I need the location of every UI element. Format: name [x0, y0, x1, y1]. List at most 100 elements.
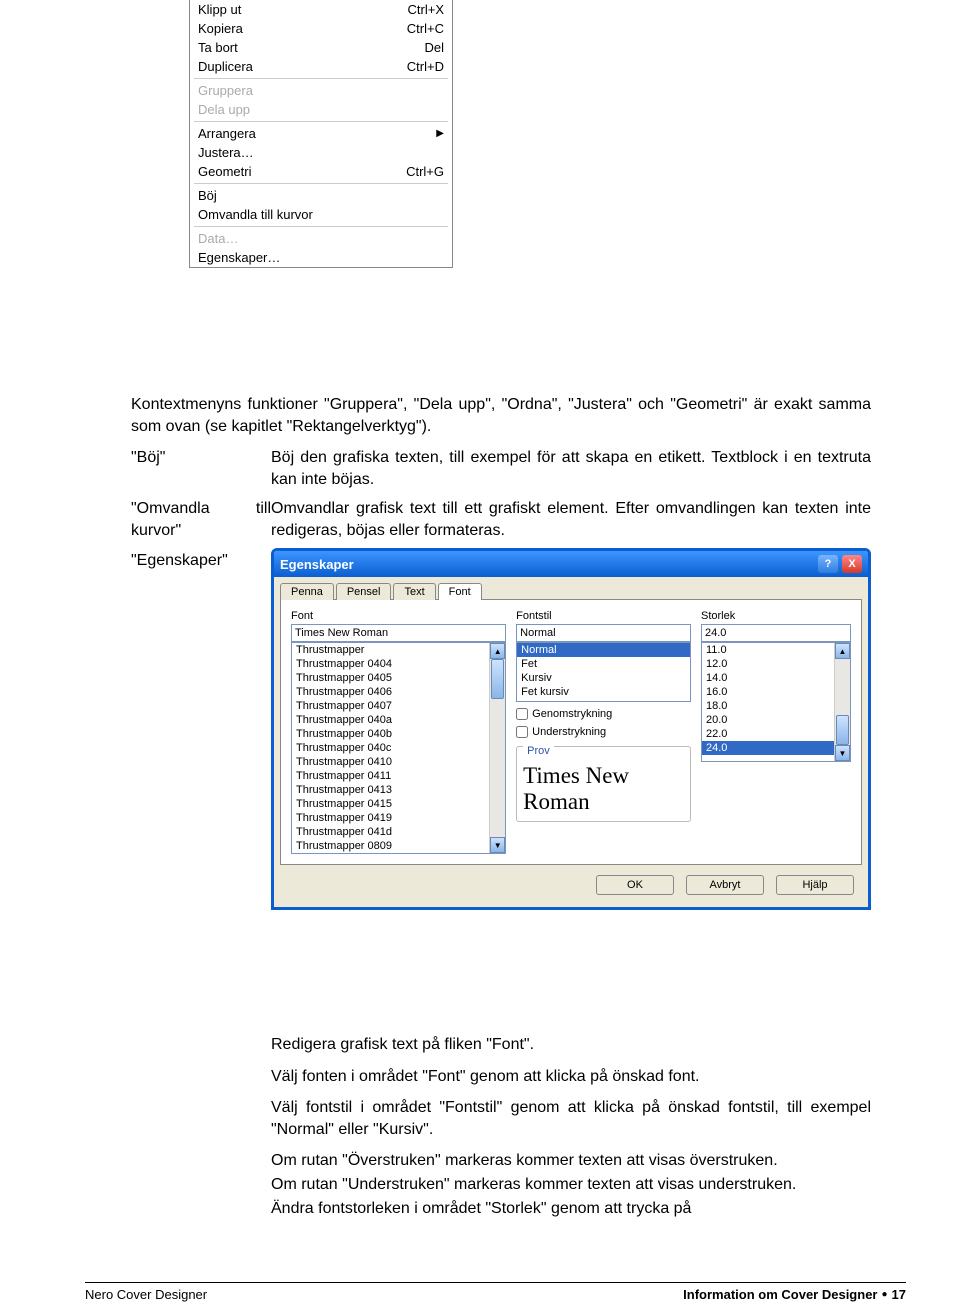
help-button[interactable]: Hjälp [776, 875, 854, 895]
list-item[interactable]: 11.0 [702, 643, 850, 657]
lower-paragraph: Välj fonten i området "Font" genom att k… [271, 1066, 871, 1088]
font-column: Font ThrustmapperThrustmapper 0404Thrust… [291, 610, 506, 854]
size-listbox[interactable]: 11.012.014.016.018.020.022.024.0 ▲ ▼ [701, 642, 851, 762]
scroll-up-icon[interactable]: ▲ [835, 643, 850, 659]
list-item[interactable]: Thrustmapper 0407 [292, 699, 505, 713]
definition-term: "Böj" [131, 447, 271, 490]
strikethrough-checkbox-row[interactable]: Genomstrykning [516, 708, 691, 720]
list-item[interactable]: Thrustmapper 041d [292, 825, 505, 839]
size-input[interactable] [701, 624, 851, 642]
list-item[interactable]: 16.0 [702, 685, 850, 699]
scroll-down-icon[interactable]: ▼ [490, 837, 505, 853]
lower-paragraph: Om rutan "Överstruken" markeras kommer t… [271, 1150, 871, 1172]
menu-item[interactable]: Omvandla till kurvor [190, 205, 452, 224]
list-item[interactable]: Fet kursiv [517, 685, 690, 699]
fontstyle-input[interactable] [516, 624, 691, 642]
lower-paragraph: Ändra fontstorleken i området "Storlek" … [271, 1198, 871, 1220]
menu-label: Data… [198, 231, 444, 246]
menu-separator [194, 226, 448, 227]
menu-label: Omvandla till kurvor [198, 207, 444, 222]
font-tab-panel: Font ThrustmapperThrustmapper 0404Thrust… [280, 599, 862, 865]
list-item[interactable]: Thrustmapper 0413 [292, 783, 505, 797]
menu-label: Klipp ut [198, 2, 408, 17]
list-item[interactable]: Thrustmapper 0405 [292, 671, 505, 685]
menu-label: Justera… [198, 145, 444, 160]
strikethrough-checkbox[interactable] [516, 708, 528, 720]
menu-item: Data… [190, 229, 452, 248]
list-item[interactable]: Thrustmapper [292, 643, 505, 657]
footer-left: Nero Cover Designer [85, 1287, 207, 1302]
list-item[interactable]: Thrustmapper 0419 [292, 811, 505, 825]
scrollbar[interactable]: ▲ ▼ [834, 643, 850, 761]
tab-text[interactable]: Text [393, 583, 435, 600]
list-item[interactable]: 12.0 [702, 657, 850, 671]
list-item[interactable]: 14.0 [702, 671, 850, 685]
menu-item[interactable]: Justera… [190, 143, 452, 162]
tab-penna[interactable]: Penna [280, 583, 334, 600]
scroll-thumb[interactable] [836, 715, 849, 745]
menu-item[interactable]: Egenskaper… [190, 248, 452, 267]
intro-paragraph: Kontextmenyns funktioner "Gruppera", "De… [131, 394, 871, 437]
list-item[interactable]: 24.0 [702, 741, 850, 755]
underline-label: Understrykning [532, 726, 606, 738]
dialog-title: Egenskaper [280, 557, 814, 572]
font-listbox[interactable]: ThrustmapperThrustmapper 0404Thrustmappe… [291, 642, 506, 854]
list-item[interactable]: 20.0 [702, 713, 850, 727]
tab-strip: PennaPenselTextFont [280, 583, 862, 600]
lower-text: Redigera grafisk text på fliken "Font". V… [271, 1034, 871, 1229]
font-input[interactable] [291, 624, 506, 642]
list-item[interactable]: Thrustmapper 0809 [292, 839, 505, 853]
menu-shortcut: Ctrl+D [407, 59, 444, 74]
menu-label: Dela upp [198, 102, 444, 117]
menu-shortcut: Del [424, 40, 444, 55]
scroll-down-icon[interactable]: ▼ [835, 745, 850, 761]
list-item[interactable]: Thrustmapper 040b [292, 727, 505, 741]
list-item[interactable]: Thrustmapper 040a [292, 713, 505, 727]
titlebar-close-button[interactable]: X [842, 555, 862, 573]
list-item[interactable]: 18.0 [702, 699, 850, 713]
menu-item[interactable]: Böj [190, 186, 452, 205]
tab-font[interactable]: Font [438, 583, 482, 600]
font-label: Font [291, 610, 506, 622]
menu-item[interactable]: Ta bortDel [190, 38, 452, 57]
list-item[interactable]: Thrustmapper 0406 [292, 685, 505, 699]
cancel-button[interactable]: Avbryt [686, 875, 764, 895]
list-item[interactable]: Thrustmapper 040c [292, 741, 505, 755]
titlebar-help-button[interactable]: ? [818, 555, 838, 573]
scrollbar[interactable]: ▲ ▼ [489, 643, 505, 853]
underline-checkbox[interactable] [516, 726, 528, 738]
ok-button[interactable]: OK [596, 875, 674, 895]
menu-item[interactable]: Arrangera▶ [190, 124, 452, 143]
fontstyle-listbox[interactable]: NormalFetKursivFet kursiv [516, 642, 691, 702]
properties-dialog: Egenskaper ? X PennaPenselTextFont Font … [271, 548, 871, 910]
list-item[interactable]: Thrustmapper 0411 [292, 769, 505, 783]
menu-label: Egenskaper… [198, 250, 444, 265]
list-item[interactable]: Thrustmapper 0404 [292, 657, 505, 671]
list-item[interactable]: Fet [517, 657, 690, 671]
size-column: Storlek 11.012.014.016.018.020.022.024.0… [701, 610, 851, 854]
list-item[interactable]: Thrustmapper 0816 [292, 853, 505, 854]
list-item[interactable]: 22.0 [702, 727, 850, 741]
menu-label: Arrangera [198, 126, 436, 141]
menu-label: Gruppera [198, 83, 444, 98]
lower-paragraph: Redigera grafisk text på fliken "Font". [271, 1034, 871, 1056]
underline-checkbox-row[interactable]: Understrykning [516, 726, 691, 738]
menu-separator [194, 183, 448, 184]
dialog-titlebar[interactable]: Egenskaper ? X [274, 551, 868, 577]
scroll-up-icon[interactable]: ▲ [490, 643, 505, 659]
menu-item[interactable]: Klipp utCtrl+X [190, 0, 452, 19]
menu-separator [194, 121, 448, 122]
definition-row: "Böj"Böj den grafiska texten, till exemp… [131, 447, 871, 490]
scroll-thumb[interactable] [491, 659, 504, 699]
menu-item[interactable]: KopieraCtrl+C [190, 19, 452, 38]
menu-item[interactable]: DupliceraCtrl+D [190, 57, 452, 76]
submenu-arrow-icon: ▶ [436, 128, 444, 139]
list-item[interactable]: Kursiv [517, 671, 690, 685]
menu-item: Dela upp [190, 100, 452, 119]
list-item[interactable]: Normal [517, 643, 690, 657]
tab-pensel[interactable]: Pensel [336, 583, 392, 600]
list-item[interactable]: Thrustmapper 0415 [292, 797, 505, 811]
menu-label: Kopiera [198, 21, 407, 36]
list-item[interactable]: Thrustmapper 0410 [292, 755, 505, 769]
menu-item[interactable]: GeometriCtrl+G [190, 162, 452, 181]
